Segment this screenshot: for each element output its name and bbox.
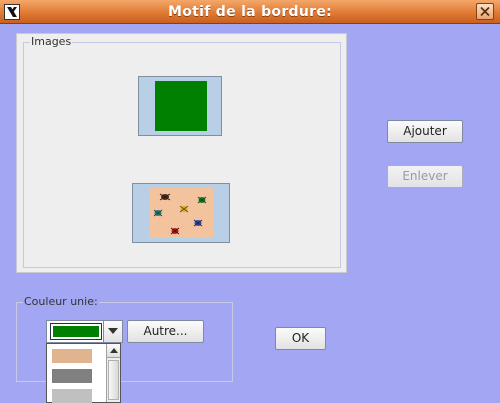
images-group-title: Images [30,35,73,48]
chevron-down-icon [108,328,118,334]
green-pattern-thumbnail[interactable] [138,76,222,136]
chevron-up-icon [109,348,118,353]
bug-green-icon [197,196,207,204]
bug-teal-icon [153,209,163,217]
scroll-thumb[interactable] [108,360,119,400]
ok-button[interactable]: OK [275,327,326,350]
color-combo-box[interactable] [46,320,123,343]
dropdown-scrollbar[interactable] [106,344,120,402]
bugs-pattern-thumbnail[interactable] [132,183,230,243]
bug-brown-icon [159,193,171,201]
color-option-silver[interactable] [52,389,92,403]
border-pattern-dialog: Motif de la bordure: Images Ajouter Enle… [0,0,500,403]
remove-button[interactable]: Enlever [387,165,463,188]
color-option-gray[interactable] [52,369,92,383]
bugs-image [153,193,207,235]
combo-dropdown-button[interactable] [103,321,122,342]
scroll-up-button[interactable] [107,344,120,358]
solid-color-group-title: Couleur unie: [23,295,99,308]
bug-red-icon [170,227,180,235]
other-color-button[interactable]: Autre... [127,320,204,343]
close-button[interactable] [476,3,494,20]
close-icon [480,6,490,17]
bug-yellow-icon [179,205,189,213]
selected-color-fill [53,326,99,337]
green-pattern-swatch [155,81,207,131]
color-dropdown-list[interactable] [46,343,121,403]
bug-blue-icon [193,219,203,227]
color-option-tan[interactable] [52,349,92,363]
bugs-pattern-swatch [149,188,213,238]
title-bar[interactable]: Motif de la bordure: [0,0,500,24]
selected-color-swatch [50,323,102,340]
add-button[interactable]: Ajouter [387,120,463,143]
window-title: Motif de la bordure: [167,4,333,20]
